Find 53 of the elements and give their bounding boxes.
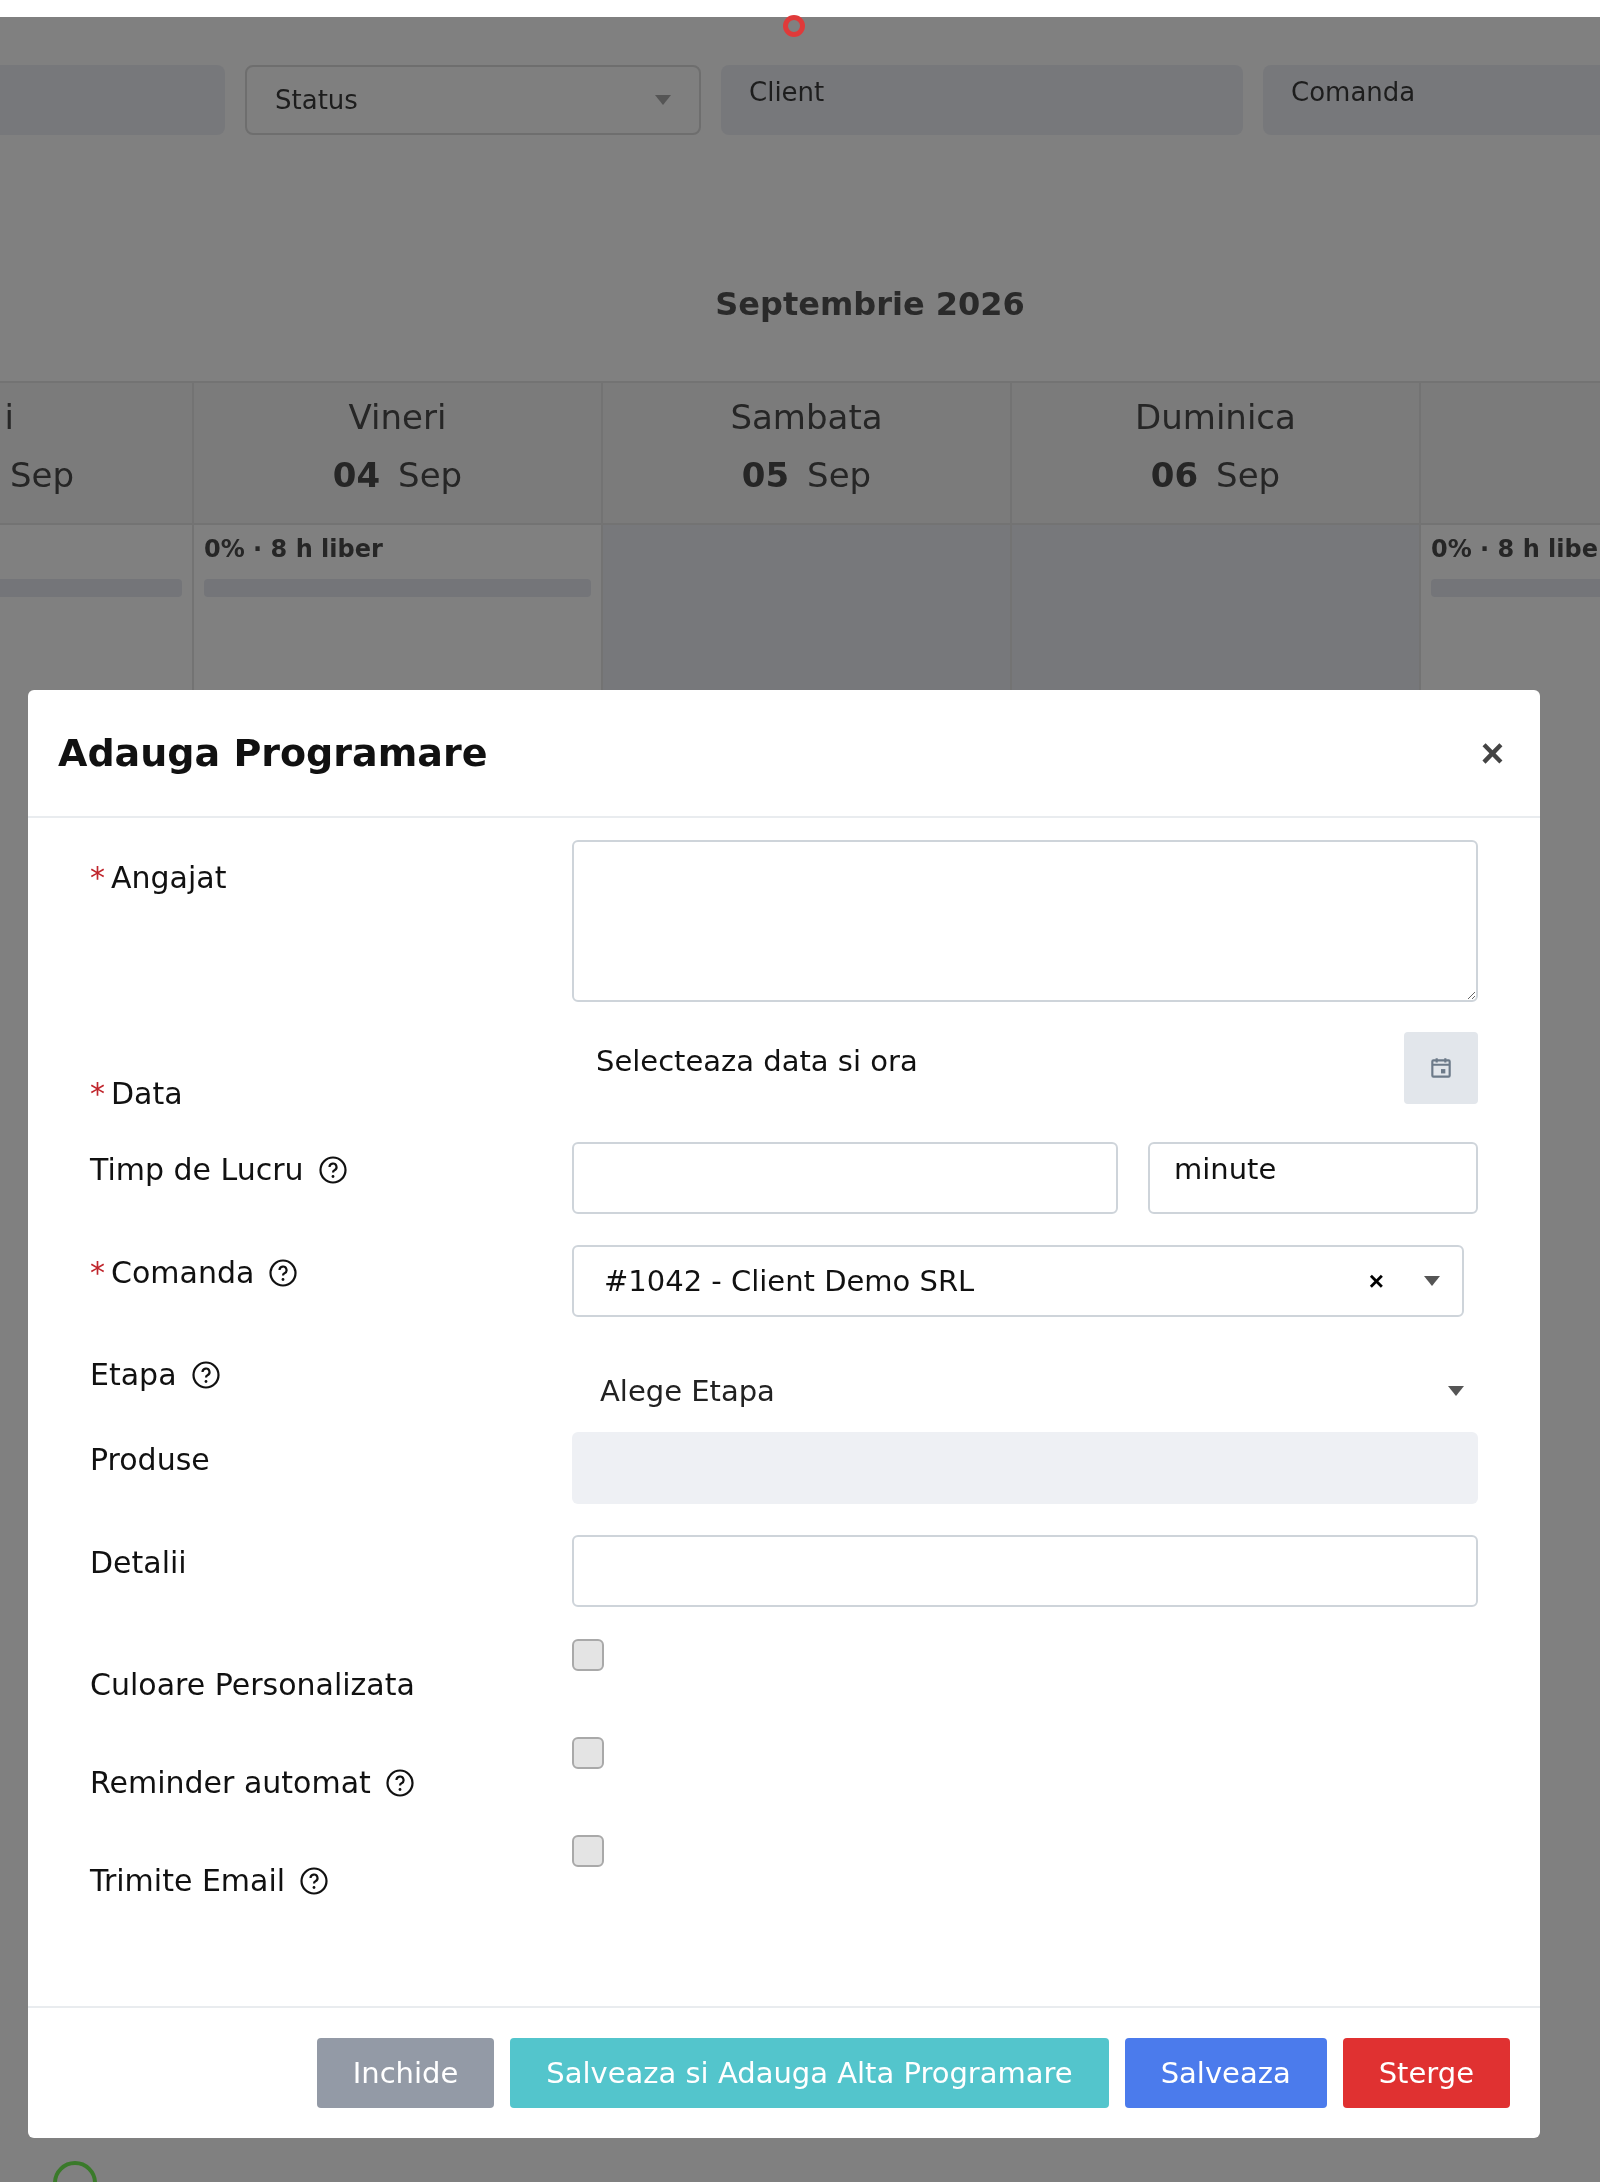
status-dropdown[interactable]: Status xyxy=(245,65,701,135)
day-number: 05 xyxy=(741,455,790,495)
day-name: Duminica xyxy=(1134,397,1297,439)
day-name: i xyxy=(3,397,15,439)
required-mark: * xyxy=(90,860,105,895)
checkbox[interactable] xyxy=(572,1737,604,1769)
day-number: 04 xyxy=(332,455,381,495)
required-mark: * xyxy=(90,1255,105,1290)
date-picker-field[interactable]: Selecteaza data si ora xyxy=(572,1032,942,1090)
calendar-icon xyxy=(1428,1055,1454,1081)
capacity-label: 0% · 8 h libe xyxy=(1431,535,1599,565)
checkbox[interactable] xyxy=(572,1835,604,1867)
required-mark: * xyxy=(90,1076,105,1111)
day-number: 06 xyxy=(1150,455,1199,495)
clear-button[interactable]: × xyxy=(1348,1265,1404,1297)
day-month: Sep xyxy=(807,455,872,495)
unit-field[interactable]: minute xyxy=(1148,1142,1478,1214)
form-label: Comanda xyxy=(111,1255,255,1290)
form-label: Produse xyxy=(90,1442,210,1477)
filter-field[interactable]: Comanda xyxy=(1263,65,1600,135)
order-dropdown[interactable]: #1042 - Client Demo SRL × xyxy=(572,1245,1464,1317)
day-month: Sep xyxy=(1216,455,1281,495)
caret-icon xyxy=(655,95,671,105)
close-button[interactable]: × xyxy=(1474,730,1510,776)
day-name: Vineri xyxy=(347,397,448,439)
input-field[interactable] xyxy=(572,1535,1478,1607)
day-month: Sep xyxy=(9,455,74,495)
ring-icon xyxy=(52,2160,98,2182)
form-label: Angajat xyxy=(111,860,227,895)
checkbox[interactable] xyxy=(572,1639,604,1671)
form-label: Etapa xyxy=(90,1357,177,1392)
form-label: Reminder automat xyxy=(90,1765,371,1800)
modal-title: Adauga Programare xyxy=(58,731,488,775)
form-label: Detalii xyxy=(90,1545,187,1580)
caret-icon xyxy=(1424,1276,1440,1286)
form-label: Trimite Email xyxy=(90,1863,286,1898)
caret-icon xyxy=(1448,1386,1464,1396)
day-name: Sambata xyxy=(729,397,884,439)
filter-field[interactable]: Client xyxy=(721,65,1243,135)
action-button[interactable]: Inchide xyxy=(316,2038,495,2108)
action-button[interactable]: Salveaza xyxy=(1124,2038,1327,2108)
input-field[interactable] xyxy=(572,1142,1118,1214)
form-label: Data xyxy=(111,1076,183,1111)
ring-icon xyxy=(782,14,806,38)
calendar-button[interactable] xyxy=(1404,1032,1478,1104)
form-label: Culoare Personalizata xyxy=(90,1667,415,1702)
action-button[interactable]: Sterge xyxy=(1342,2038,1510,2108)
capacity-label: 0% · 8 h liber xyxy=(204,535,384,565)
form-label: Timp de Lucru xyxy=(90,1152,304,1187)
month-title: Septembrie 2026 xyxy=(714,285,1026,325)
day-month: Sep xyxy=(398,455,463,495)
stage-dropdown[interactable]: Alege Etapa xyxy=(572,1355,1478,1427)
text-area[interactable] xyxy=(572,840,1478,1002)
